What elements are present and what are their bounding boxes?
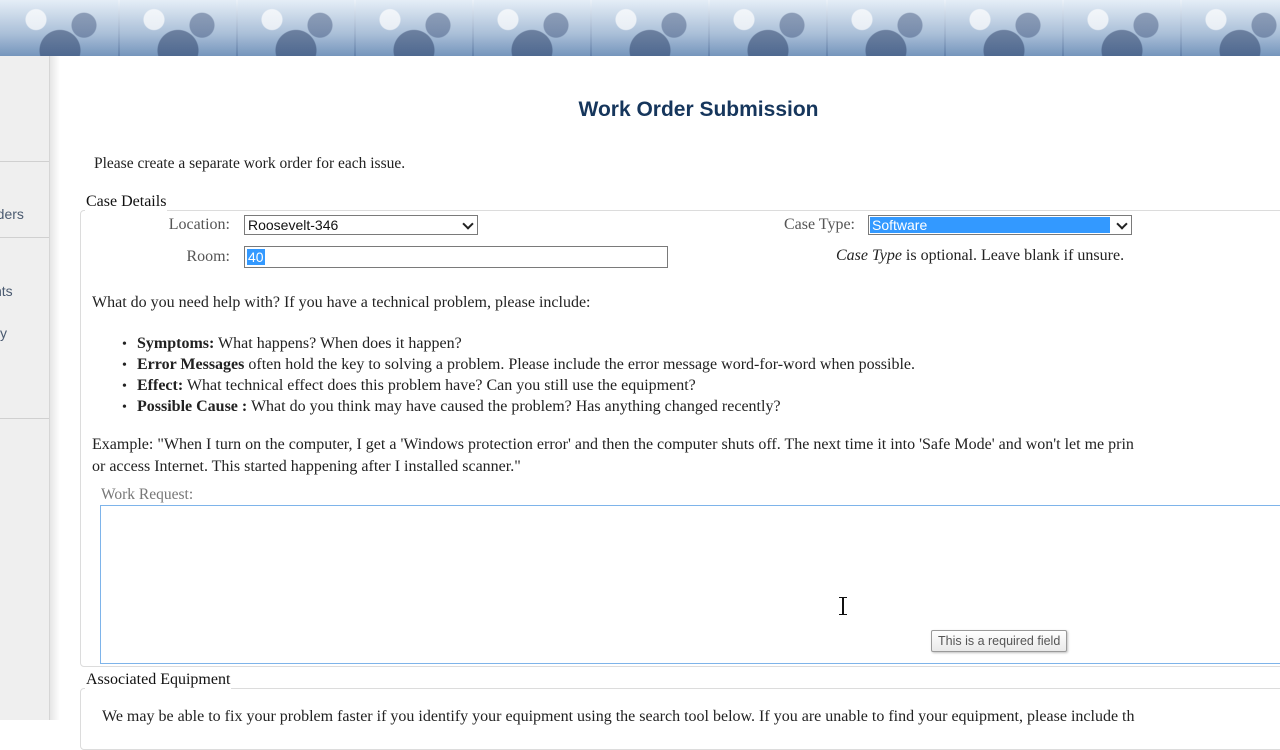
room-value: 40 — [247, 249, 265, 265]
list-item: Symptoms: What happens? When does it hap… — [122, 333, 915, 354]
case-type-note-text: is optional. Leave blank if unsure. — [901, 247, 1125, 264]
chevron-down-icon — [459, 216, 477, 234]
help-heading: What do you need help with? If you have … — [92, 294, 591, 311]
intro-text: Please create a separate work order for … — [94, 155, 406, 172]
work-request-label: Work Request: — [101, 486, 194, 503]
required-field-tooltip: This is a required field — [931, 630, 1068, 652]
associated-equipment-legend: Associated Equipment — [85, 671, 232, 689]
case-type-note-italic: Case Type — [836, 247, 902, 264]
nav-shadow — [50, 56, 60, 720]
location-select[interactable]: Roosevelt-346 — [244, 215, 478, 235]
room-label: Room: — [186, 248, 230, 265]
list-item: Effect: What technical effect does this … — [122, 375, 915, 396]
case-type-label: Case Type: — [783, 216, 855, 233]
example-line-1: Example: "When I turn on the computer, I… — [92, 436, 1134, 453]
associated-equipment-text: We may be able to fix your problem faste… — [102, 708, 1135, 725]
case-type-value: Software — [870, 217, 1110, 233]
chevron-down-icon — [1113, 216, 1131, 234]
location-value: Roosevelt-346 — [248, 217, 339, 233]
nav-item-y[interactable]: y — [0, 325, 7, 341]
list-item: Possible Cause : What do you think may h… — [122, 396, 915, 417]
left-nav: rders nts y — [0, 56, 50, 720]
room-input[interactable]: 40 — [244, 246, 668, 268]
text-cursor-icon — [838, 596, 848, 616]
page-title: Work Order Submission — [578, 98, 819, 121]
example-text: Example: "When I turn on the computer, I… — [92, 434, 1280, 478]
nav-item-orders[interactable]: rders — [0, 206, 24, 222]
help-bullets: Symptoms: What happens? When does it hap… — [122, 333, 915, 417]
example-line-2: or access Internet. This started happeni… — [92, 458, 521, 475]
list-item: Error Messages often hold the key to sol… — [122, 354, 915, 375]
work-request-textarea[interactable] — [100, 505, 1280, 664]
nav-item-ents[interactable]: nts — [0, 283, 13, 299]
case-type-note: Case Type is optional. Leave blank if un… — [836, 247, 1124, 265]
location-label: Location: — [168, 216, 230, 233]
case-details-legend: Case Details — [85, 193, 168, 211]
header-banner — [0, 0, 1280, 56]
case-type-select[interactable]: Software — [868, 215, 1132, 235]
